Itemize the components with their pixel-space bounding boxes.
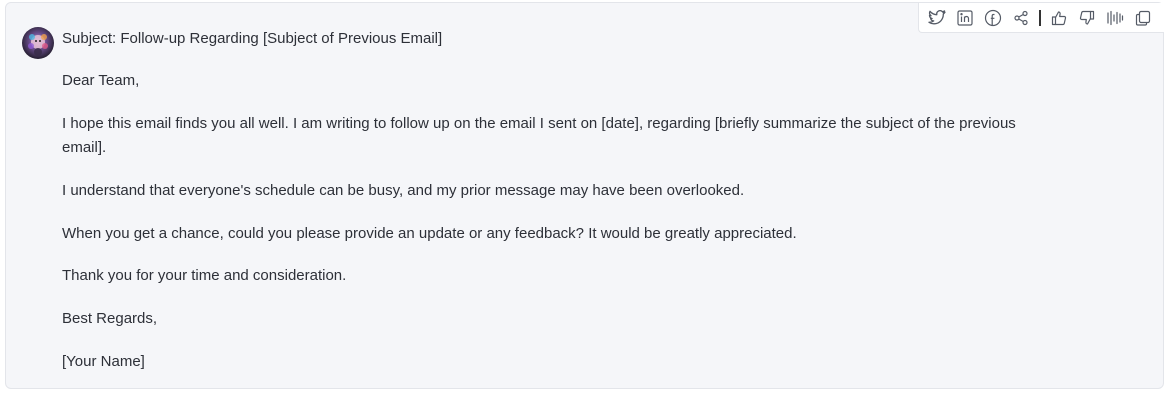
email-paragraph-2: I understand that everyone's schedule ca… (62, 182, 745, 199)
copy-icon[interactable] (1131, 6, 1155, 30)
facebook-icon[interactable] (981, 6, 1005, 30)
email-paragraph-3: When you get a chance, could you please … (62, 225, 797, 242)
email-signature: [Your Name] (62, 353, 145, 370)
avatar (22, 27, 54, 59)
toolbar-divider (1039, 9, 1041, 26)
linkedin-icon[interactable] (953, 6, 977, 30)
twitter-icon[interactable] (925, 6, 949, 30)
email-greeting: Dear Team, (62, 72, 140, 89)
email-subject: Subject: Follow-up Regarding [Subject of… (62, 30, 443, 47)
chat-message-card: Subject: Follow-up Regarding [Subject of… (5, 2, 1164, 389)
thumbs-down-icon[interactable] (1075, 6, 1099, 30)
message-actions-toolbar (918, 3, 1164, 33)
thumbs-up-icon[interactable] (1047, 6, 1071, 30)
audio-icon[interactable] (1103, 6, 1127, 30)
email-paragraph-4: Thank you for your time and consideratio… (62, 267, 347, 284)
email-closing: Best Regards, (62, 310, 158, 327)
share-icon[interactable] (1009, 6, 1033, 30)
email-paragraph-1: I hope this email finds you all well. I … (62, 115, 1016, 156)
